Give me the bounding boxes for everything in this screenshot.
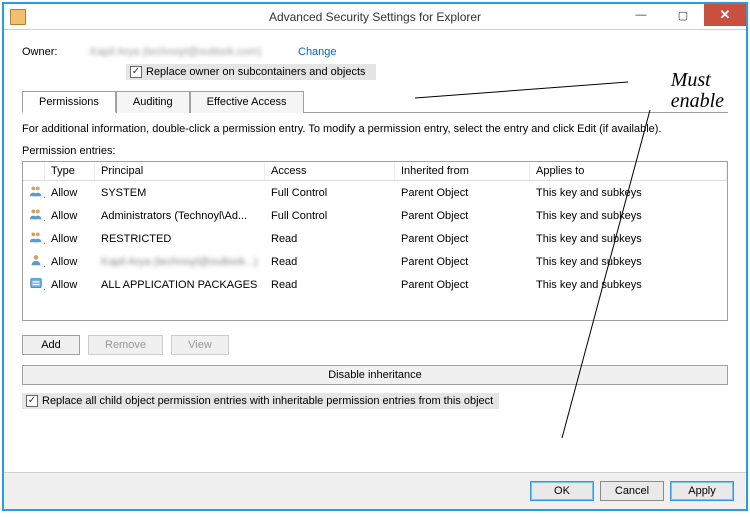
table-row[interactable]: AllowALL APPLICATION PACKAGESReadParent … bbox=[23, 273, 727, 296]
row-principal-icon bbox=[23, 204, 45, 227]
owner-row: Owner: Kapil Arya (technoyl@outlook.com)… bbox=[22, 46, 728, 58]
change-owner-link[interactable]: Change bbox=[298, 46, 337, 58]
add-button[interactable]: Add bbox=[22, 335, 80, 355]
titlebar[interactable]: Advanced Security Settings for Explorer … bbox=[4, 4, 746, 30]
row-inherited: Parent Object bbox=[395, 207, 530, 225]
row-access: Read bbox=[265, 230, 395, 248]
row-principal-icon bbox=[23, 250, 45, 273]
tab-auditing[interactable]: Auditing bbox=[116, 91, 190, 113]
row-inherited: Parent Object bbox=[395, 184, 530, 202]
replace-all-checkbox-row[interactable]: ✓ Replace all child object permission en… bbox=[22, 393, 499, 409]
row-access: Full Control bbox=[265, 184, 395, 202]
row-type: Allow bbox=[45, 184, 95, 202]
remove-button[interactable]: Remove bbox=[88, 335, 163, 355]
row-applies: This key and subkeys bbox=[530, 253, 727, 271]
row-inherited: Parent Object bbox=[395, 230, 530, 248]
row-principal: SYSTEM bbox=[95, 184, 265, 202]
row-type: Allow bbox=[45, 230, 95, 248]
col-applies[interactable]: Applies to bbox=[530, 162, 727, 180]
replace-all-label: Replace all child object permission entr… bbox=[42, 395, 493, 407]
owner-name: Kapil Arya (technoyl@outlook.com) bbox=[90, 46, 280, 58]
row-inherited: Parent Object bbox=[395, 276, 530, 294]
row-inherited: Parent Object bbox=[395, 253, 530, 271]
col-principal[interactable]: Principal bbox=[95, 162, 265, 180]
entry-buttons: Add Remove View bbox=[22, 335, 728, 355]
row-type: Allow bbox=[45, 207, 95, 225]
window-title: Advanced Security Settings for Explorer bbox=[269, 10, 481, 24]
tab-effective-access[interactable]: Effective Access bbox=[190, 91, 304, 113]
ok-button[interactable]: OK bbox=[530, 481, 594, 501]
entries-label: Permission entries: bbox=[22, 145, 728, 157]
row-principal-icon bbox=[23, 181, 45, 204]
table-header: Type Principal Access Inherited from App… bbox=[23, 162, 727, 181]
permissions-table[interactable]: Type Principal Access Inherited from App… bbox=[22, 161, 728, 321]
row-access: Read bbox=[265, 253, 395, 271]
maximize-button[interactable]: ▢ bbox=[662, 4, 704, 26]
col-type[interactable]: Type bbox=[45, 162, 95, 180]
col-icon[interactable] bbox=[23, 162, 45, 180]
table-row[interactable]: AllowSYSTEMFull ControlParent ObjectThis… bbox=[23, 181, 727, 204]
replace-all-checkbox[interactable]: ✓ bbox=[26, 395, 38, 407]
tab-permissions[interactable]: Permissions bbox=[22, 91, 116, 113]
content-area: Owner: Kapil Arya (technoyl@outlook.com)… bbox=[4, 30, 746, 472]
table-body: AllowSYSTEMFull ControlParent ObjectThis… bbox=[23, 181, 727, 296]
table-row[interactable]: AllowKapil Arya (technoyl@outlook...)Rea… bbox=[23, 250, 727, 273]
row-applies: This key and subkeys bbox=[530, 184, 727, 202]
cancel-button[interactable]: Cancel bbox=[600, 481, 664, 501]
row-access: Read bbox=[265, 276, 395, 294]
owner-label: Owner: bbox=[22, 46, 72, 58]
row-principal-icon bbox=[23, 227, 45, 250]
view-button[interactable]: View bbox=[171, 335, 229, 355]
row-type: Allow bbox=[45, 253, 95, 271]
row-applies: This key and subkeys bbox=[530, 276, 727, 294]
info-text: For additional information, double-click… bbox=[22, 123, 728, 135]
minimize-button[interactable]: — bbox=[620, 4, 662, 26]
security-settings-window: Advanced Security Settings for Explorer … bbox=[2, 2, 748, 511]
row-type: Allow bbox=[45, 276, 95, 294]
folder-icon bbox=[10, 9, 26, 25]
row-access: Full Control bbox=[265, 207, 395, 225]
tabs: Permissions Auditing Effective Access bbox=[22, 90, 728, 113]
row-principal: Kapil Arya (technoyl@outlook...) bbox=[95, 253, 265, 271]
row-applies: This key and subkeys bbox=[530, 230, 727, 248]
close-button[interactable]: ✕ bbox=[704, 4, 746, 26]
row-principal: Administrators (Technoyl\Ad... bbox=[95, 207, 265, 225]
replace-owner-checkbox[interactable]: ✓ bbox=[130, 66, 142, 78]
row-principal: RESTRICTED bbox=[95, 230, 265, 248]
col-inherited[interactable]: Inherited from bbox=[395, 162, 530, 180]
table-row[interactable]: AllowRESTRICTEDReadParent ObjectThis key… bbox=[23, 227, 727, 250]
apply-button[interactable]: Apply bbox=[670, 481, 734, 501]
disable-inheritance-row: Disable inheritance bbox=[22, 365, 728, 385]
col-access[interactable]: Access bbox=[265, 162, 395, 180]
row-applies: This key and subkeys bbox=[530, 207, 727, 225]
replace-owner-label: Replace owner on subcontainers and objec… bbox=[146, 66, 366, 78]
row-principal-icon bbox=[23, 273, 45, 296]
window-controls: — ▢ ✕ bbox=[620, 4, 746, 26]
row-principal: ALL APPLICATION PACKAGES bbox=[95, 276, 265, 294]
disable-inheritance-button[interactable]: Disable inheritance bbox=[22, 365, 728, 385]
dialog-footer: OK Cancel Apply bbox=[4, 472, 746, 509]
table-row[interactable]: AllowAdministrators (Technoyl\Ad...Full … bbox=[23, 204, 727, 227]
replace-owner-checkbox-row[interactable]: ✓ Replace owner on subcontainers and obj… bbox=[126, 64, 376, 80]
